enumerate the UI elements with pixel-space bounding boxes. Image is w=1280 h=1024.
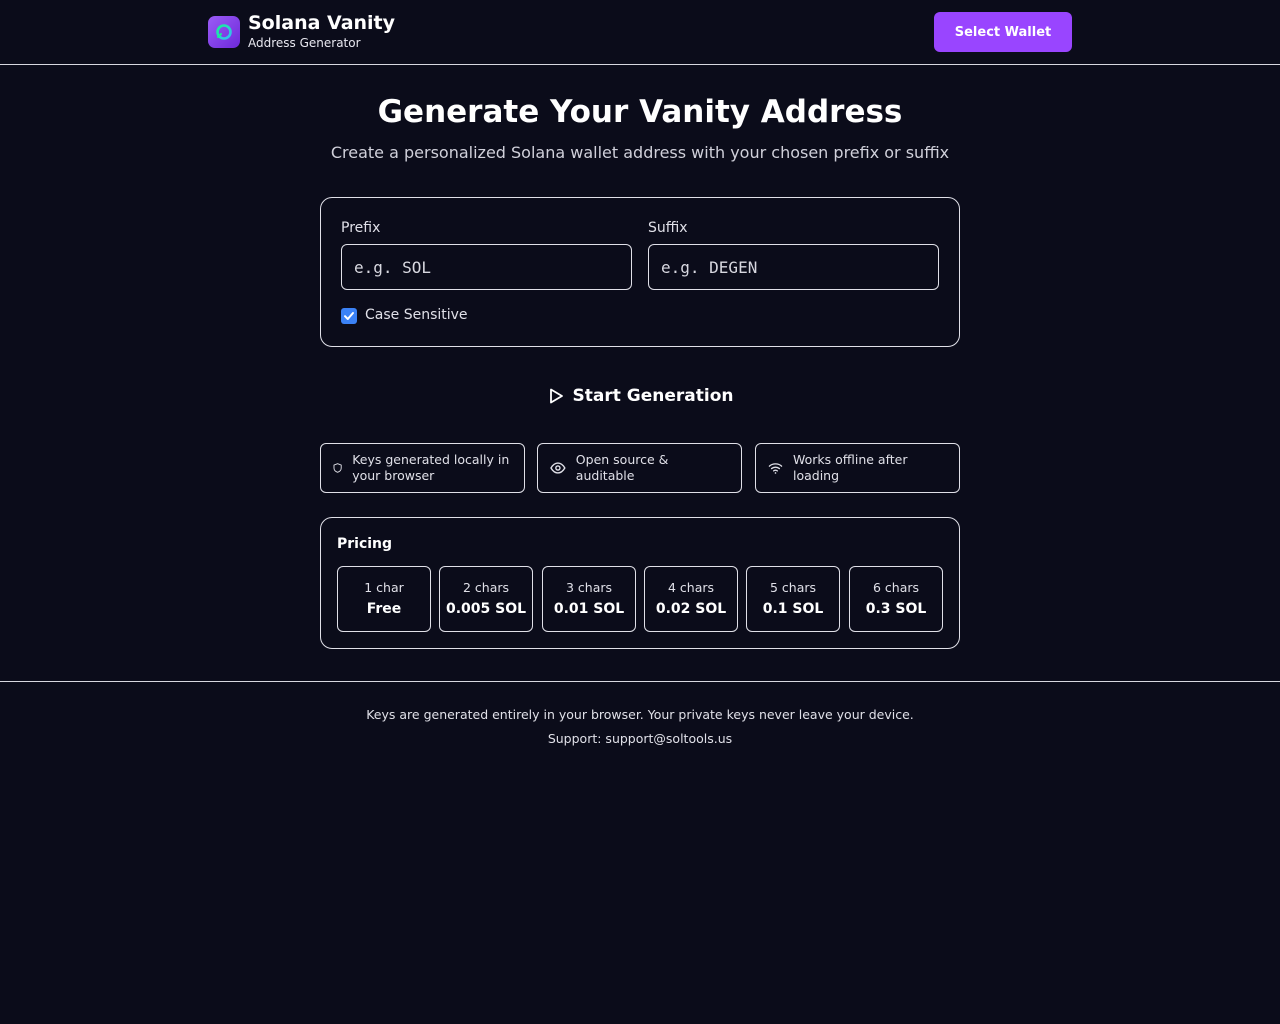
start-generation-button[interactable]: Start Generation <box>540 380 740 412</box>
suffix-input[interactable] <box>648 244 939 290</box>
footer-divider <box>0 681 1280 682</box>
page-subtitle: Create a personalized Solana wallet addr… <box>330 143 950 162</box>
pricing-title: Pricing <box>337 536 393 552</box>
tier-price: 0.3 SOL <box>865 601 927 617</box>
solana-logo-icon <box>208 16 240 48</box>
eye-icon <box>550 462 566 474</box>
pricing-card: Pricing 1 char Free 2 chars 0.005 SOL 3 … <box>320 517 960 649</box>
play-icon <box>549 388 563 404</box>
wifi-icon <box>768 463 783 474</box>
tier-chars: 3 chars <box>565 580 613 595</box>
tier-chars: 2 chars <box>462 580 510 595</box>
suffix-label: Suffix <box>648 220 688 236</box>
price-tier: 4 chars 0.02 SOL <box>644 566 738 632</box>
tier-chars: 4 chars <box>667 580 715 595</box>
select-wallet-button[interactable]: Select Wallet <box>934 12 1072 52</box>
feature-text: Keys generated locally in your browser <box>352 452 510 483</box>
footer-privacy-note: Keys are generated entirely in your brow… <box>366 707 914 722</box>
feature-local-keys: Keys generated locally in your browser <box>320 443 525 493</box>
start-generation-label: Start Generation <box>572 386 734 406</box>
tier-price: 0.01 SOL <box>553 601 625 617</box>
price-tier: 3 chars 0.01 SOL <box>542 566 636 632</box>
checkmark-icon <box>344 312 354 320</box>
pattern-form-card: Prefix Suffix Case Sensitive <box>320 197 960 347</box>
tier-chars: 1 char <box>364 580 404 595</box>
price-tier: 2 chars 0.005 SOL <box>439 566 533 632</box>
price-tier: 6 chars 0.3 SOL <box>849 566 943 632</box>
feature-offline: Works offline after loading <box>755 443 960 493</box>
page-title: Generate Your Vanity Address <box>377 94 903 130</box>
prefix-input[interactable] <box>341 244 632 290</box>
brand-title: Solana Vanity <box>248 12 396 34</box>
footer-support[interactable]: Support: support@soltools.us <box>0 731 1280 746</box>
tier-price: 0.02 SOL <box>655 601 727 617</box>
case-sensitive-label[interactable]: Case Sensitive <box>365 307 468 323</box>
feature-text: Works offline after loading <box>792 452 908 483</box>
brand-subtitle: Address Generator <box>248 36 361 50</box>
header: Solana Vanity Address Generator Select W… <box>0 0 1280 65</box>
feature-open-source: Open source & auditable <box>537 443 742 493</box>
tier-price: Free <box>366 601 402 617</box>
shield-icon <box>333 463 342 473</box>
tier-chars: 6 chars <box>872 580 920 595</box>
tier-price: 0.1 SOL <box>762 601 824 617</box>
prefix-label: Prefix <box>341 220 381 236</box>
case-sensitive-checkbox[interactable] <box>341 308 357 324</box>
tier-chars: 5 chars <box>769 580 817 595</box>
price-tier: 1 char Free <box>337 566 431 632</box>
price-tier: 5 chars 0.1 SOL <box>746 566 840 632</box>
tier-price: 0.005 SOL <box>445 601 527 617</box>
feature-text: Open source & auditable <box>575 452 669 483</box>
